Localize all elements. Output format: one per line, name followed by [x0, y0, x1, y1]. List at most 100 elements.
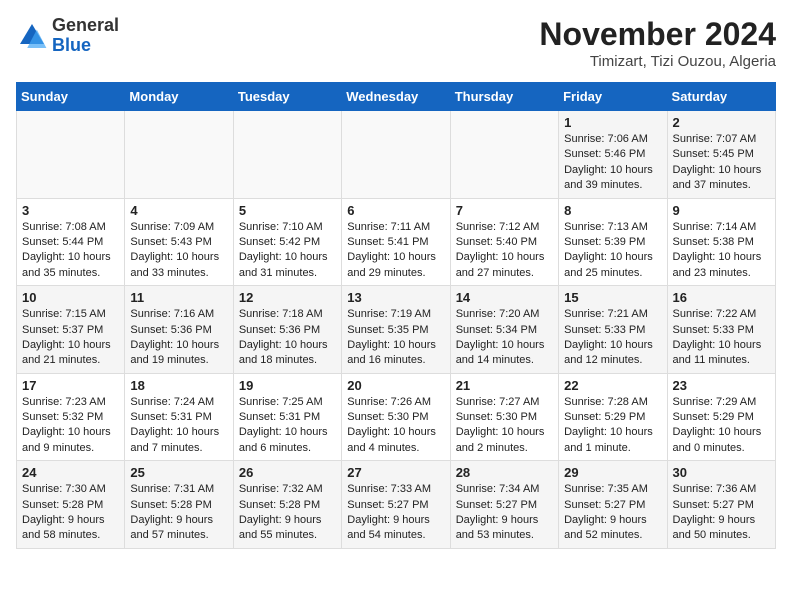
- day-info: Sunrise: 7:14 AMSunset: 5:38 PMDaylight:…: [673, 220, 770, 282]
- calendar-header: SundayMondayTuesdayWednesdayThursdayFrid…: [17, 83, 776, 111]
- day-info: Sunrise: 7:15 AMSunset: 5:37 PMDaylight:…: [22, 307, 119, 369]
- day-info: Sunrise: 7:33 AMSunset: 5:27 PMDaylight:…: [347, 482, 444, 544]
- header-day-sunday: Sunday: [17, 83, 125, 111]
- day-number: 13: [347, 290, 444, 305]
- day-cell: 2 Sunrise: 7:07 AMSunset: 5:45 PMDaylight…: [667, 111, 775, 199]
- month-title: November 2024: [539, 16, 776, 53]
- day-number: 11: [130, 290, 227, 305]
- day-info: Sunrise: 7:10 AMSunset: 5:42 PMDaylight:…: [239, 220, 336, 282]
- day-number: 20: [347, 378, 444, 393]
- day-number: 2: [673, 115, 770, 130]
- day-number: 18: [130, 378, 227, 393]
- header-day-wednesday: Wednesday: [342, 83, 450, 111]
- day-number: 5: [239, 203, 336, 218]
- day-info: Sunrise: 7:22 AMSunset: 5:33 PMDaylight:…: [673, 307, 770, 369]
- day-info: Sunrise: 7:26 AMSunset: 5:30 PMDaylight:…: [347, 395, 444, 457]
- day-cell: 5 Sunrise: 7:10 AMSunset: 5:42 PMDaylight…: [233, 198, 341, 286]
- day-cell: 30Sunrise: 7:36 AMSunset: 5:27 PMDayligh…: [667, 461, 775, 549]
- day-info: Sunrise: 7:32 AMSunset: 5:28 PMDaylight:…: [239, 482, 336, 544]
- day-cell: 11Sunrise: 7:16 AMSunset: 5:36 PMDayligh…: [125, 286, 233, 374]
- week-row-3: 10 Sunrise: 7:15 AMSunset: 5:37 PMDayligh…: [17, 286, 776, 374]
- day-number: 14: [456, 290, 553, 305]
- day-number: 16: [673, 290, 770, 305]
- day-info: Sunrise: 7:07 AMSunset: 5:45 PMDaylight:…: [673, 132, 770, 194]
- day-number: 3: [22, 203, 119, 218]
- week-row-4: 17 Sunrise: 7:23 AMSunset: 5:32 PMDayligh…: [17, 373, 776, 461]
- day-info: Sunrise: 7:29 AMSunset: 5:29 PMDaylight:…: [673, 395, 770, 457]
- day-info: Sunrise: 7:18 AMSunset: 5:36 PMDaylight:…: [239, 307, 336, 369]
- day-number: 26: [239, 465, 336, 480]
- day-info: Sunrise: 7:27 AMSunset: 5:30 PMDaylight:…: [456, 395, 553, 457]
- day-number: 1: [564, 115, 661, 130]
- day-number: 15: [564, 290, 661, 305]
- day-cell: 18 Sunrise: 7:24 AMSunset: 5:31 PMDayligh…: [125, 373, 233, 461]
- day-info: Sunrise: 7:13 AMSunset: 5:39 PMDaylight:…: [564, 220, 661, 282]
- logo-text: General Blue: [52, 16, 119, 56]
- day-cell: 9Sunrise: 7:14 AMSunset: 5:38 PMDaylight…: [667, 198, 775, 286]
- header-day-tuesday: Tuesday: [233, 83, 341, 111]
- week-row-1: 1 Sunrise: 7:06 AMSunset: 5:46 PMDaylight…: [17, 111, 776, 199]
- day-cell: 19Sunrise: 7:25 AMSunset: 5:31 PMDayligh…: [233, 373, 341, 461]
- day-cell: [450, 111, 558, 199]
- day-cell: [342, 111, 450, 199]
- day-cell: 20 Sunrise: 7:26 AMSunset: 5:30 PMDayligh…: [342, 373, 450, 461]
- week-row-2: 3 Sunrise: 7:08 AMSunset: 5:44 PMDaylight…: [17, 198, 776, 286]
- day-number: 21: [456, 378, 553, 393]
- location-title: Timizart, Tizi Ouzou, Algeria: [539, 53, 776, 70]
- day-number: 23: [673, 378, 770, 393]
- day-cell: 28 Sunrise: 7:34 AMSunset: 5:27 PMDayligh…: [450, 461, 558, 549]
- day-cell: 3 Sunrise: 7:08 AMSunset: 5:44 PMDaylight…: [17, 198, 125, 286]
- day-number: 27: [347, 465, 444, 480]
- title-area: November 2024 Timizart, Tizi Ouzou, Alge…: [539, 16, 776, 70]
- day-info: Sunrise: 7:34 AMSunset: 5:27 PMDaylight:…: [456, 482, 553, 544]
- day-info: Sunrise: 7:06 AMSunset: 5:46 PMDaylight:…: [564, 132, 661, 194]
- day-cell: 17 Sunrise: 7:23 AMSunset: 5:32 PMDayligh…: [17, 373, 125, 461]
- day-number: 17: [22, 378, 119, 393]
- day-number: 7: [456, 203, 553, 218]
- day-number: 22: [564, 378, 661, 393]
- header-day-friday: Friday: [559, 83, 667, 111]
- day-cell: 24 Sunrise: 7:30 AMSunset: 5:28 PMDayligh…: [17, 461, 125, 549]
- day-cell: 12 Sunrise: 7:18 AMSunset: 5:36 PMDayligh…: [233, 286, 341, 374]
- day-cell: 8Sunrise: 7:13 AMSunset: 5:39 PMDaylight…: [559, 198, 667, 286]
- day-number: 29: [564, 465, 661, 480]
- header-day-monday: Monday: [125, 83, 233, 111]
- day-number: 25: [130, 465, 227, 480]
- logo-general: General: [52, 15, 119, 35]
- day-cell: 21 Sunrise: 7:27 AMSunset: 5:30 PMDayligh…: [450, 373, 558, 461]
- day-cell: [125, 111, 233, 199]
- day-cell: 13Sunrise: 7:19 AMSunset: 5:35 PMDayligh…: [342, 286, 450, 374]
- day-cell: 29Sunrise: 7:35 AMSunset: 5:27 PMDayligh…: [559, 461, 667, 549]
- day-info: Sunrise: 7:08 AMSunset: 5:44 PMDaylight:…: [22, 220, 119, 282]
- day-info: Sunrise: 7:31 AMSunset: 5:28 PMDaylight:…: [130, 482, 227, 544]
- day-number: 28: [456, 465, 553, 480]
- day-cell: 10 Sunrise: 7:15 AMSunset: 5:37 PMDayligh…: [17, 286, 125, 374]
- day-cell: 27 Sunrise: 7:33 AMSunset: 5:27 PMDayligh…: [342, 461, 450, 549]
- day-number: 10: [22, 290, 119, 305]
- calendar-body: 1 Sunrise: 7:06 AMSunset: 5:46 PMDaylight…: [17, 111, 776, 549]
- logo-icon: [16, 20, 48, 52]
- day-cell: [17, 111, 125, 199]
- day-number: 12: [239, 290, 336, 305]
- calendar-table: SundayMondayTuesdayWednesdayThursdayFrid…: [16, 82, 776, 549]
- day-info: Sunrise: 7:21 AMSunset: 5:33 PMDaylight:…: [564, 307, 661, 369]
- day-info: Sunrise: 7:11 AMSunset: 5:41 PMDaylight:…: [347, 220, 444, 282]
- day-info: Sunrise: 7:23 AMSunset: 5:32 PMDaylight:…: [22, 395, 119, 457]
- day-number: 24: [22, 465, 119, 480]
- day-cell: 4Sunrise: 7:09 AMSunset: 5:43 PMDaylight…: [125, 198, 233, 286]
- header: General Blue November 2024 Timizart, Tiz…: [16, 16, 776, 70]
- day-cell: 22Sunrise: 7:28 AMSunset: 5:29 PMDayligh…: [559, 373, 667, 461]
- day-cell: 25 Sunrise: 7:31 AMSunset: 5:28 PMDayligh…: [125, 461, 233, 549]
- day-number: 19: [239, 378, 336, 393]
- day-cell: 14 Sunrise: 7:20 AMSunset: 5:34 PMDayligh…: [450, 286, 558, 374]
- day-cell: 26 Sunrise: 7:32 AMSunset: 5:28 PMDayligh…: [233, 461, 341, 549]
- day-info: Sunrise: 7:24 AMSunset: 5:31 PMDaylight:…: [130, 395, 227, 457]
- day-number: 6: [347, 203, 444, 218]
- day-info: Sunrise: 7:09 AMSunset: 5:43 PMDaylight:…: [130, 220, 227, 282]
- header-day-saturday: Saturday: [667, 83, 775, 111]
- day-info: Sunrise: 7:20 AMSunset: 5:34 PMDaylight:…: [456, 307, 553, 369]
- day-info: Sunrise: 7:30 AMSunset: 5:28 PMDaylight:…: [22, 482, 119, 544]
- day-cell: 15 Sunrise: 7:21 AMSunset: 5:33 PMDayligh…: [559, 286, 667, 374]
- day-cell: 16 Sunrise: 7:22 AMSunset: 5:33 PMDayligh…: [667, 286, 775, 374]
- week-row-5: 24 Sunrise: 7:30 AMSunset: 5:28 PMDayligh…: [17, 461, 776, 549]
